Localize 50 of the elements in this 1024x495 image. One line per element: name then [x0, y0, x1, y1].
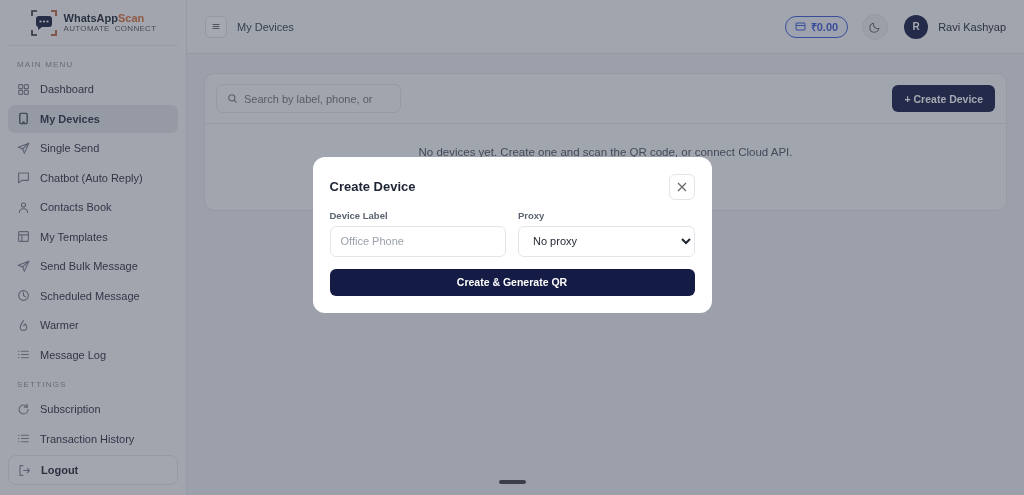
theme-toggle[interactable] [862, 13, 889, 40]
sidebar-item[interactable]: Dashboard [8, 75, 178, 103]
phone-icon [17, 112, 30, 125]
create-device-button[interactable]: + Create Device [892, 85, 995, 112]
clock-icon [17, 289, 30, 302]
balance-button[interactable]: ₹0.00 [784, 15, 849, 38]
sidebar-item[interactable]: Message Log [8, 340, 178, 369]
sidebar-item[interactable]: Send Bulk Message [8, 252, 178, 280]
sidebar-item[interactable]: Single Send [8, 134, 178, 162]
page-title: My Devices [237, 20, 295, 33]
user-icon [17, 200, 30, 214]
dialog-title: Create Device [329, 179, 416, 194]
card-icon [794, 21, 806, 32]
drag-handle[interactable] [499, 480, 526, 484]
sidebar-item[interactable]: Transaction History [8, 424, 178, 453]
logout-icon [18, 463, 31, 477]
sidebar-item[interactable]: Scheduled Message [8, 281, 178, 310]
field-label: Device Label [329, 209, 389, 221]
section-heading: MAIN MENU [16, 59, 75, 71]
sidebar-item[interactable]: My Devices [8, 104, 178, 133]
grid-icon [17, 82, 30, 96]
layout-icon [17, 230, 30, 243]
user-name: Ravi Kashyap [938, 20, 1006, 33]
close-icon [676, 181, 687, 192]
send-icon [17, 259, 30, 273]
list-icon [17, 348, 30, 361]
logo-tagline: AUTOMATE [63, 24, 110, 33]
chat-icon [17, 171, 30, 184]
flame-icon [17, 318, 30, 332]
field-label: Proxy [518, 209, 546, 221]
moon-icon [869, 20, 882, 33]
sidebar-item[interactable]: Subscription [8, 395, 178, 423]
submit-button[interactable]: Create & Generate QR [329, 268, 695, 296]
sidebar-item[interactable]: Contacts Book [8, 193, 178, 221]
refresh-icon [17, 402, 30, 416]
close-button[interactable] [668, 173, 695, 200]
input-field[interactable]: Office Phone [329, 225, 506, 257]
sidebar-item[interactable]: Warmer [8, 311, 178, 339]
proxy-select[interactable]: No proxy [518, 225, 695, 257]
sidebar-item[interactable]: My Templates [8, 222, 178, 251]
logo-icon [29, 8, 58, 37]
logo-tagline: CONNECT [114, 24, 157, 33]
user-avatar[interactable]: R [904, 14, 929, 39]
logout-button[interactable]: Logout [8, 455, 178, 485]
sidebar-item[interactable]: Chatbot (Auto Reply) [8, 163, 178, 192]
menu-button[interactable] [205, 15, 227, 38]
search-field[interactable]: Search by label, phone, or [216, 84, 401, 113]
logo-text: WhatsAppScan [63, 12, 146, 24]
list-icon [17, 432, 30, 445]
send-icon [17, 141, 30, 155]
